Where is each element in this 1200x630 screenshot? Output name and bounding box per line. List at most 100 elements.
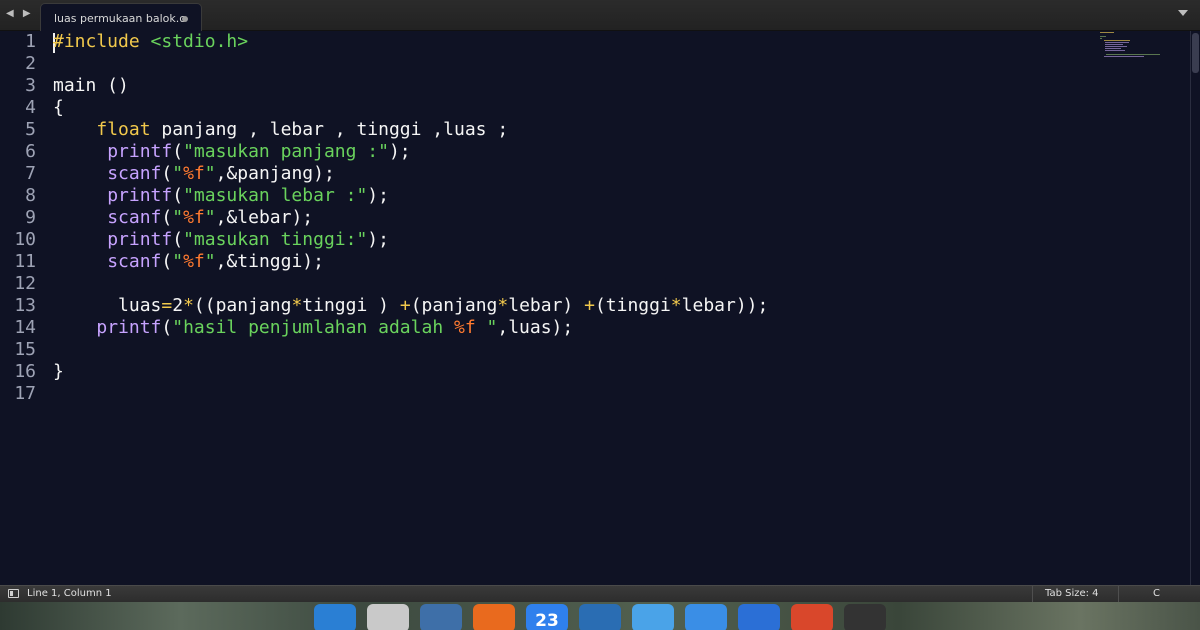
tab-menu-chevron-icon[interactable]: [1178, 7, 1190, 19]
line-number: 14: [14, 317, 36, 338]
trash-icon[interactable]: [367, 604, 409, 630]
code-token: );: [388, 141, 411, 162]
code-line[interactable]: printf("masukan lebar :");: [53, 185, 389, 207]
code-line[interactable]: }: [53, 361, 64, 383]
thunderbird-icon[interactable]: [314, 604, 356, 630]
code-token: %f: [183, 163, 205, 184]
code-line[interactable]: luas=2*((panjang*tinggi ) +(panjang*leba…: [53, 295, 768, 317]
code-token: ": [204, 251, 216, 272]
cursor-position: Line 1, Column 1: [27, 588, 112, 599]
code-token: (: [161, 317, 173, 338]
code-token: (: [172, 185, 184, 206]
line-number: 10: [14, 229, 36, 250]
code-token: +: [399, 295, 411, 316]
code-token: "masukan panjang :": [183, 141, 389, 162]
line-number: 15: [14, 339, 36, 360]
code-token: scanf: [107, 163, 162, 184]
code-token: luas: [53, 295, 162, 316]
calendar-icon[interactable]: 23: [526, 604, 568, 630]
code-line[interactable]: scanf("%f",&tinggi);: [53, 251, 324, 273]
line-number: 5: [25, 119, 36, 140]
code-line[interactable]: {: [53, 97, 64, 119]
line-number: 16: [14, 361, 36, 382]
code-editor-icon[interactable]: [844, 604, 886, 630]
code-token: (tinggi: [594, 295, 671, 316]
vertical-scrollbar[interactable]: [1190, 31, 1200, 585]
code-token: ((panjang: [193, 295, 292, 316]
firefox-icon[interactable]: [473, 604, 515, 630]
code-line[interactable]: main (): [53, 75, 129, 97]
code-line[interactable]: scanf("%f",&lebar);: [53, 207, 313, 229]
code-token: ,&panjang);: [215, 163, 335, 184]
line-number: 3: [25, 75, 36, 96]
code-token: (: [161, 207, 173, 228]
line-number: 9: [25, 207, 36, 228]
line-number: 17: [14, 383, 36, 404]
code-token: {: [53, 97, 64, 118]
code-token: tinggi ): [302, 295, 400, 316]
code-token: ": [172, 251, 184, 272]
tab-label: luas permukaan balok.c: [54, 12, 186, 25]
code-token: ,&tinggi);: [215, 251, 324, 272]
code-token: ,&lebar);: [215, 207, 314, 228]
line-number: 11: [14, 251, 36, 272]
code-token: ": [172, 207, 184, 228]
code-line[interactable]: scanf("%f",&panjang);: [53, 163, 335, 185]
word-icon[interactable]: [738, 604, 780, 630]
code-token: (: [161, 251, 173, 272]
tab-bar: ◀ ▶ luas permukaan balok.c: [0, 0, 1200, 31]
syntax-selector[interactable]: C: [1118, 586, 1200, 603]
tab-file[interactable]: luas permukaan balok.c: [40, 3, 202, 31]
code-token: (: [161, 163, 173, 184]
syntax-label: C: [1153, 588, 1160, 599]
code-token: 2: [172, 295, 184, 316]
code-line[interactable]: printf("masukan panjang :");: [53, 141, 411, 163]
line-number: 7: [25, 163, 36, 184]
code-line[interactable]: float panjang , lebar , tinggi ,luas ;: [53, 119, 508, 141]
code-token: panjang , lebar , tinggi ,luas ;: [150, 119, 509, 140]
code-token: lebar): [508, 295, 585, 316]
panel-toggle-icon[interactable]: [8, 589, 19, 598]
code-token: main (): [53, 75, 129, 96]
dock: 23: [308, 602, 898, 630]
line-number: 2: [25, 53, 36, 74]
unsaved-dot-icon[interactable]: [182, 16, 188, 22]
desktop-wallpaper: 23: [0, 602, 1200, 630]
code-token: *: [183, 295, 194, 316]
code-editor[interactable]: 1 2 3 4 5 6 7 8 9 10 11 12 13 14 15 16 1…: [0, 31, 1200, 585]
code-line[interactable]: printf("hasil penjumlahan adalah %f ",lu…: [53, 317, 573, 339]
code-token: lebar));: [681, 295, 769, 316]
code-token: ": [172, 163, 184, 184]
line-number: 1: [25, 31, 36, 52]
code-token: *: [670, 295, 682, 316]
code-line[interactable]: printf("masukan tinggi:");: [53, 229, 389, 251]
tab-nav-arrows-icon[interactable]: ◀ ▶: [6, 8, 34, 19]
files-icon[interactable]: [632, 604, 674, 630]
line-number: 13: [14, 295, 36, 316]
screenshot-icon[interactable]: [420, 604, 462, 630]
code-token: ,luas);: [497, 317, 574, 338]
scrollbar-thumb[interactable]: [1192, 33, 1199, 73]
code-token: <stdio.h>: [150, 31, 249, 52]
code-line[interactable]: #include <stdio.h>: [53, 31, 248, 53]
code-token: printf: [107, 229, 173, 250]
browser-icon[interactable]: [579, 604, 621, 630]
code-token: );: [367, 185, 389, 206]
presentation-icon[interactable]: [791, 604, 833, 630]
finder-icon[interactable]: [685, 604, 727, 630]
code-token: *: [291, 295, 303, 316]
status-bar: Line 1, Column 1 Tab Size: 4 C: [0, 585, 1200, 603]
calendar-date-label: 23: [535, 611, 559, 630]
code-token: #include: [53, 31, 140, 52]
tab-size-selector[interactable]: Tab Size: 4: [1032, 586, 1118, 603]
minimap[interactable]: [1096, 31, 1166, 59]
code-token: *: [497, 295, 509, 316]
line-number-gutter: 1 2 3 4 5 6 7 8 9 10 11 12 13 14 15 16 1…: [0, 31, 44, 585]
code-token: "masukan lebar :": [183, 185, 368, 206]
code-token: "hasil penjumlahan adalah: [172, 317, 454, 338]
